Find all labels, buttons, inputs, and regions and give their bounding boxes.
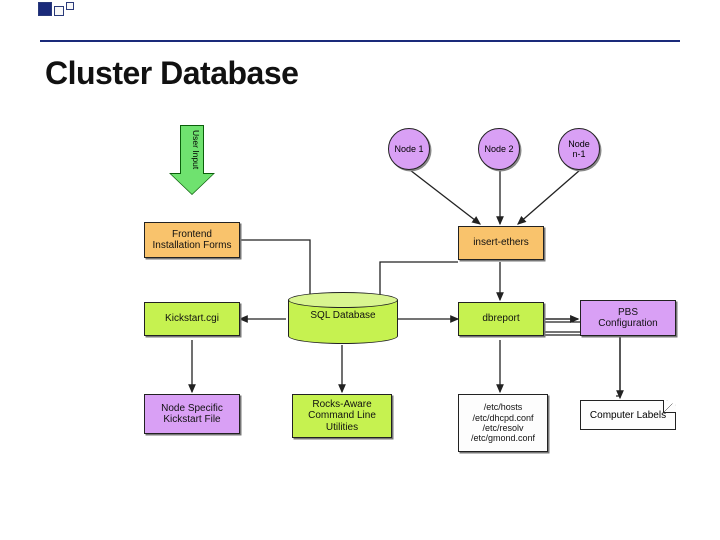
- node-n-1: Node n-1: [558, 128, 600, 170]
- sql-database: SQL Database: [288, 292, 398, 342]
- dbreport: dbreport: [458, 302, 544, 336]
- connector-lines: [0, 0, 720, 540]
- user-input-arrow: User Input: [175, 125, 209, 195]
- computer-labels-label: Computer Labels: [590, 410, 666, 421]
- user-input-label: User Input: [183, 130, 201, 169]
- connector-lines-2: [0, 0, 720, 540]
- sql-database-label: SQL Database: [288, 310, 398, 321]
- frontend-install-forms-label: Frontend Installation Forms: [153, 229, 232, 252]
- rocks-aware-utilities: Rocks-Aware Command Line Utilities: [292, 394, 392, 438]
- etc-config-files: /etc/hosts /etc/dhcpd.conf /etc/resolv /…: [458, 394, 548, 452]
- insert-ethers: insert-ethers: [458, 226, 544, 260]
- node-1-label: Node 1: [394, 144, 423, 154]
- kickstart-cgi: Kickstart.cgi: [144, 302, 240, 336]
- node-2-label: Node 2: [484, 144, 513, 154]
- rocks-utils-label: Rocks-Aware Command Line Utilities: [308, 399, 376, 434]
- kickstart-cgi-label: Kickstart.cgi: [165, 313, 219, 325]
- frontend-install-forms: Frontend Installation Forms: [144, 222, 240, 258]
- dbreport-label: dbreport: [482, 313, 519, 325]
- cluster-diagram: User Input Node 1 Node 2 Node n-1 Fronte…: [0, 0, 720, 540]
- node-n-1-label: Node n-1: [568, 139, 590, 159]
- node-2: Node 2: [478, 128, 520, 170]
- insert-ethers-label: insert-ethers: [473, 237, 529, 249]
- node-specific-kickstart: Node Specific Kickstart File: [144, 394, 240, 434]
- node-1: Node 1: [388, 128, 430, 170]
- computer-labels-note: Computer Labels: [580, 400, 676, 430]
- node-specific-ks-label: Node Specific Kickstart File: [161, 403, 223, 426]
- etc-files-label: /etc/hosts /etc/dhcpd.conf /etc/resolv /…: [471, 402, 535, 443]
- pbs-configuration: PBS Configuration: [580, 300, 676, 336]
- pbs-config-label: PBS Configuration: [598, 307, 657, 330]
